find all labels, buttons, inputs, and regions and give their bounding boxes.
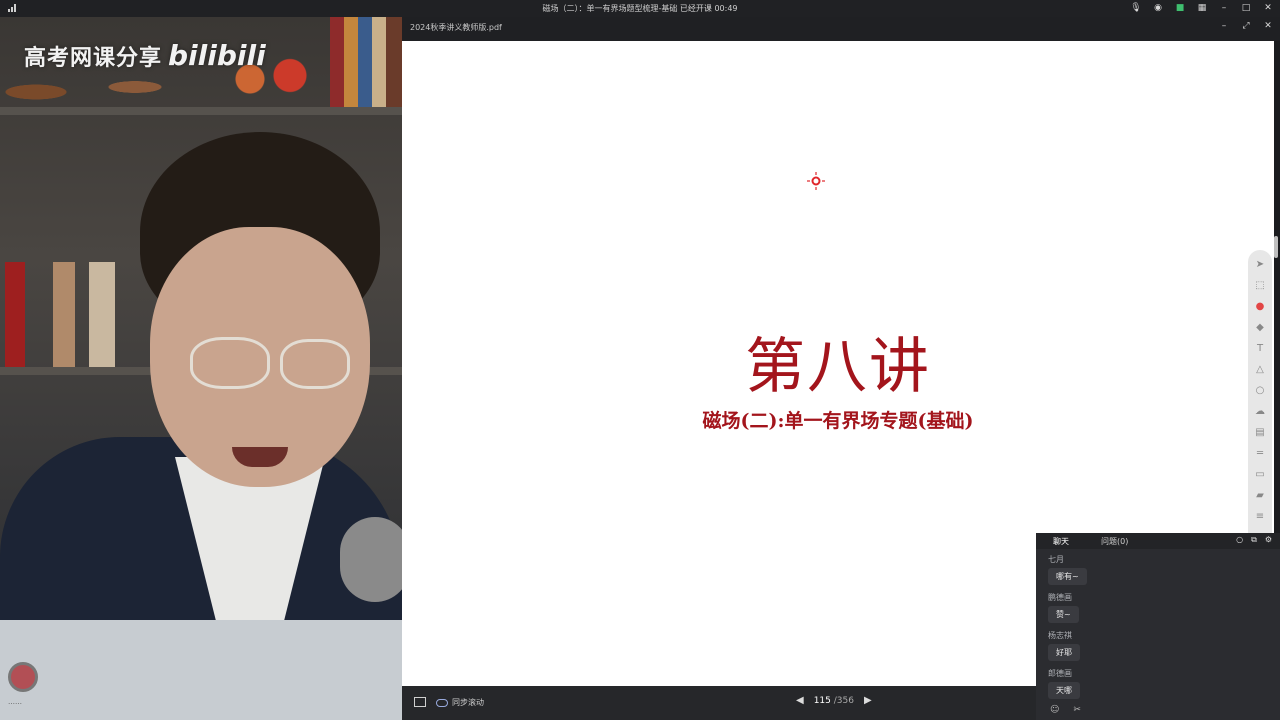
file-name: 2024秋季讲义教师版.pdf [410,23,502,32]
bookshelf-books [330,17,402,107]
close-icon[interactable]: ✕ [1262,20,1274,32]
chat-user-name: 杨志祺 [1048,631,1072,640]
shelf-top [0,107,402,115]
chat-user-name: 鹏德画 [1048,593,1072,602]
glasses-right [280,339,350,389]
camera-status-icon[interactable]: ■ [1174,2,1186,14]
chat-tabs: 聊天 问题(0) ○ ⧉ ⚙ [1036,533,1280,549]
camera-bottom-area [0,620,402,720]
shapes-icon[interactable]: △ [1253,363,1267,377]
title-bar: 磁场（二）：单一有界场题型梳理-基础 已经开课 00:49 🎙 ◉ ■ ▦ – … [0,0,1280,17]
minimize-icon[interactable]: – [1218,2,1230,14]
signal-icon [8,4,17,12]
microphone [340,517,402,602]
grid-view-icon[interactable]: ▦ [1196,2,1208,14]
select-icon[interactable]: ➤ [1253,258,1267,272]
lecture-title: 第八讲 [745,332,931,402]
document-header: 2024秋季讲义教师版.pdf – ⤢ ✕ [402,17,1280,41]
emoji-icon[interactable]: ☺ [1050,705,1059,720]
channel-name: 高考网课分享 [24,46,163,71]
teacher-camera-feed: 高考网课分享 bilibili [0,17,402,620]
window-controls: 🎙 ◉ ■ ▦ – □ ✕ [1130,2,1274,14]
pen-icon[interactable]: ● [1253,300,1267,314]
avatar-label: …… [8,698,22,706]
scrollbar-thumb[interactable] [1274,236,1278,258]
sync-scroll-label: 同步滚动 [452,698,484,707]
next-page-icon[interactable]: ▶ [864,695,872,706]
marquee-icon[interactable]: ⬚ [1253,279,1267,293]
board-icon[interactable]: ▤ [1253,426,1267,440]
refresh-icon[interactable]: ○ [1236,535,1243,545]
circle-icon[interactable]: ○ [1253,384,1267,398]
microphone-icon[interactable]: 🎙 [1130,2,1142,14]
maximize-icon[interactable]: □ [1240,2,1252,14]
chat-message: 天哪 [1048,682,1080,699]
settings-icon[interactable]: ⚙ [1265,535,1272,545]
expand-icon[interactable]: ⤢ [1240,20,1252,32]
laser-pointer-icon [807,172,825,190]
page-navigator: ◀ 115 /356 ▶ [796,695,872,706]
user-avatar[interactable] [8,662,38,692]
chat-message: 赞~ [1048,606,1079,623]
popout-icon[interactable]: ⧉ [1251,535,1257,545]
window-icon[interactable]: ▭ [1253,468,1267,482]
document-window-controls: – ⤢ ✕ [1218,20,1274,32]
chat-message: 好耶 [1048,644,1080,661]
lecture-subtitle: 磁场(二):单一有界场专题(基础) [702,410,974,432]
toggle-icon[interactable] [436,698,448,707]
record-icon[interactable]: ◉ [1152,2,1164,14]
document-footer: 同步滚动 ◀ 115 /356 ▶ [402,686,1036,720]
shelf-bottles [5,262,125,367]
current-page[interactable]: 115 [814,696,831,706]
chat-panel: 聊天 问题(0) ○ ⧉ ⚙ 七月 哪有~ 鹏德画 赞~ 杨志祺 好耶 郎德画 … [1036,533,1280,720]
chat-user-name: 郎德画 [1048,669,1072,678]
more-icon[interactable]: ≡ [1253,510,1267,524]
annotation-toolbar: ➤ ⬚ ● ◆ T △ ○ ☁ ▤ ═ ▭ ▰ ≡ [1248,250,1272,550]
channel-watermark: 高考网课分享 bilibili [24,39,266,72]
prev-page-icon[interactable]: ◀ [796,695,804,706]
tab-chat[interactable]: 聊天 [1053,536,1069,547]
app-window: 磁场（二）：单一有界场题型梳理-基础 已经开课 00:49 🎙 ◉ ■ ▦ – … [0,0,1280,720]
text-icon[interactable]: T [1253,342,1267,356]
scissors-icon[interactable]: ✂ [1073,705,1081,720]
sync-scroll-toggle[interactable]: 同步滚动 [436,697,484,708]
tab-questions[interactable]: 问题(0) [1101,536,1128,547]
close-icon[interactable]: ✕ [1262,2,1274,14]
glasses-left [190,337,270,389]
eraser-icon[interactable]: ◆ [1253,321,1267,335]
ruler-icon[interactable]: ═ [1253,447,1267,461]
layout-icon[interactable] [414,697,426,707]
minimize-icon[interactable]: – [1218,20,1230,32]
cloud-icon[interactable]: ☁ [1253,405,1267,419]
chat-tab-icons: ○ ⧉ ⚙ [1236,535,1272,545]
total-pages: /356 [833,695,854,706]
chat-input-row: ☺ ✂ [1036,705,1280,720]
chat-bubble-icon[interactable]: ▰ [1253,489,1267,503]
bilibili-logo: bilibili [168,39,266,72]
chat-message: 哪有~ [1048,568,1087,585]
window-title: 磁场（二）：单一有界场题型梳理-基础 已经开课 00:49 [542,4,738,13]
chat-user-name: 七月 [1048,555,1064,564]
